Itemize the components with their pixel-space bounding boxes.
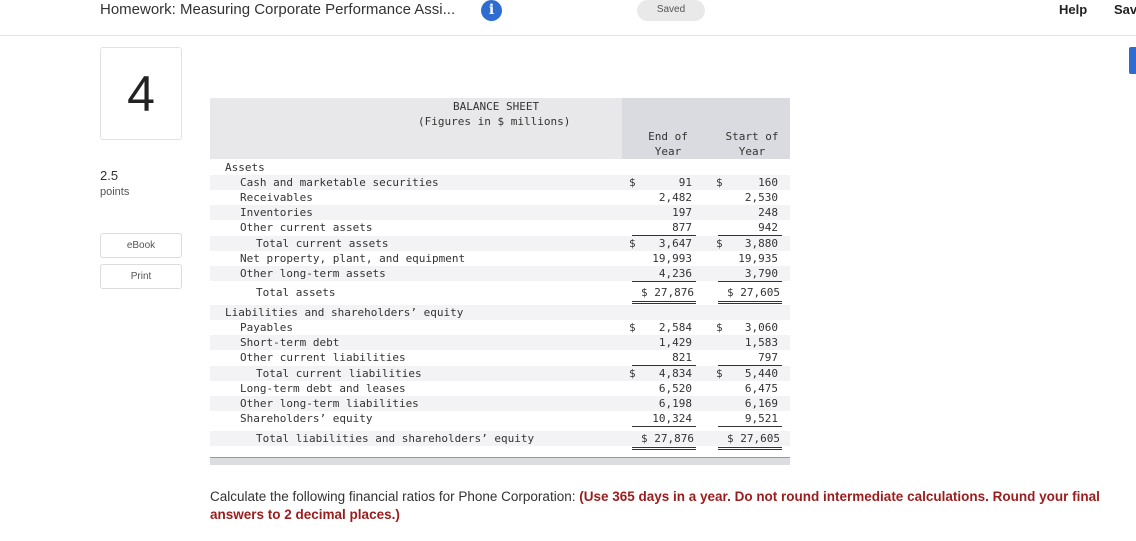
table-row: Payables $ 2,584 $ 3,060 [240,321,778,334]
total-double-rule [632,301,696,304]
subtotal-rule [632,281,696,282]
help-button[interactable]: Help [1059,2,1087,17]
balance-sheet-subtitle: (Figures in $ millions) [418,115,571,128]
balance-sheet-footer-bar [210,457,790,465]
table-row: Net property, plant, and equipment 19,99… [240,252,778,265]
section-heading-assets: Assets [225,161,265,174]
table-row: Total current assets $ 3,647 $ 3,880 [210,236,790,251]
total-double-rule [718,447,782,450]
ebook-button[interactable]: eBook [100,233,182,258]
section-heading-liabilities: Liabilities and shareholders’ equity [210,305,790,320]
table-row: Total liabilities and shareholders’ equi… [210,431,790,446]
col-header-start-line1: Start of [725,130,779,143]
table-row: Other current assets 877 942 [240,221,778,234]
table-row: Cash and marketable securities $ 91 $ 16… [210,175,790,190]
info-icon[interactable]: i [481,0,502,21]
table-row: Other long-term liabilities 6,198 6,169 [210,396,790,411]
question-instructions: Calculate the following financial ratios… [210,488,1120,524]
assignment-title: Homework: Measuring Corporate Performanc… [100,1,456,18]
table-row: Long-term debt and leases 6,520 6,475 [240,382,778,395]
submit-button[interactable] [1129,47,1136,74]
print-button[interactable]: Print [100,264,182,289]
total-double-rule [718,301,782,304]
table-row: Total current liabilities $ 4,834 $ 5,44… [210,366,790,381]
table-row: Short-term debt 1,429 1,583 [210,335,790,350]
balance-sheet-table: BALANCE SHEET (Figures in $ millions) En… [210,98,790,466]
col-header-start-line2: Year [738,145,766,158]
subtotal-rule [632,426,696,427]
points-label: points [100,186,130,198]
table-row: Total assets $ 27,876 $ 27,605 [256,286,780,299]
balance-sheet-title: BALANCE SHEET [453,100,540,113]
instructions-text: Calculate the following financial ratios… [210,489,580,504]
table-row: Receivables 2,482 2,530 [240,191,778,204]
subtotal-rule [718,426,782,427]
subtotal-rule [718,281,782,282]
question-number: 4 [100,47,182,140]
points-value: 2.5 [100,168,119,183]
save-exit-button[interactable]: Sav [1114,2,1136,17]
table-row: Other current liabilities 821 797 [240,351,778,364]
top-bar: Homework: Measuring Corporate Performanc… [0,0,1136,36]
col-header-end-line1: End of [648,130,688,143]
table-row: Other long-term assets 4,236 3,790 [210,266,790,281]
table-row: Shareholders’ equity 10,324 9,521 [240,412,778,425]
table-row: Inventories 197 248 [210,205,790,220]
saved-status-badge: Saved [637,0,705,21]
col-header-end-line2: Year [654,145,682,158]
total-double-rule [632,447,696,450]
